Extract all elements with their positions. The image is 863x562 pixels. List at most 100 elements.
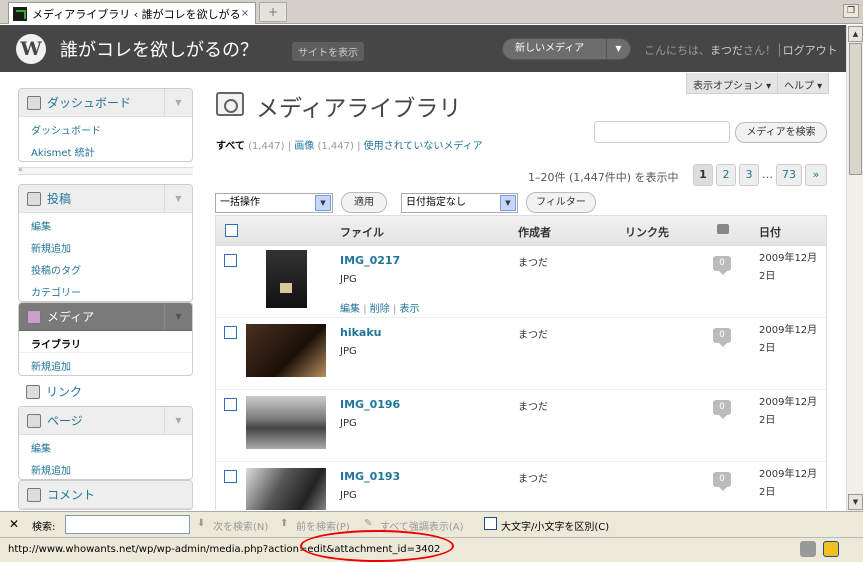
filter-images[interactable]: 画像 — [294, 141, 314, 152]
menu-toggle-icon[interactable]: ▼ — [164, 407, 192, 434]
favorite-action-label[interactable]: 新しいメディア — [515, 43, 584, 54]
delete-link[interactable]: 削除 — [370, 304, 390, 315]
row-checkbox[interactable] — [224, 398, 237, 411]
submenu-pages-edit[interactable]: 編集 — [19, 435, 192, 457]
action-separator: | — [392, 304, 397, 315]
filter-button[interactable]: フィルター — [526, 192, 596, 213]
comment-count-badge[interactable]: 0 — [713, 400, 731, 419]
menu-toggle-icon[interactable]: ▼ — [164, 303, 192, 330]
comments-column-icon — [717, 224, 729, 234]
page-1-link[interactable]: 1 — [693, 164, 713, 186]
page-3-link[interactable]: 3 — [739, 164, 759, 186]
menu-toggle-icon[interactable]: ▼ — [164, 185, 192, 212]
match-case-checkbox[interactable] — [484, 517, 497, 530]
date-line-1: 2009年12月 — [759, 469, 818, 480]
comment-count-badge[interactable]: 0 — [713, 328, 731, 347]
user-profile-link[interactable]: まつだ — [710, 44, 743, 57]
menu-links-header[interactable]: リンク — [18, 378, 193, 406]
tab-close-icon[interactable]: × — [239, 8, 251, 20]
search-media-button[interactable]: メディアを検索 — [735, 122, 827, 143]
media-thumbnail[interactable] — [246, 468, 326, 510]
bulk-action-select[interactable]: 一括操作 ▼ — [215, 193, 333, 213]
submenu-post-tags[interactable]: 投稿のタグ — [19, 257, 192, 279]
logout-link[interactable]: ログアウト — [783, 44, 838, 57]
submenu-categories[interactable]: カテゴリー — [19, 279, 192, 301]
row-checkbox[interactable] — [224, 254, 237, 267]
media-thumbnail[interactable] — [246, 396, 326, 449]
menu-pages-header[interactable]: ページ ▼ — [19, 407, 192, 435]
close-find-bar-icon[interactable]: ✕ — [9, 517, 19, 531]
favorite-actions-button[interactable]: 新しいメディア ▼ — [502, 38, 631, 60]
match-case-label[interactable]: 大文字/小文字を区別(C) — [501, 518, 609, 533]
media-file-link[interactable]: hikaku — [340, 326, 382, 339]
menu-dashboard-header[interactable]: ダッシュボード ▼ — [19, 89, 192, 117]
menu-dashboard-label[interactable]: ダッシュボード — [47, 96, 131, 110]
media-thumbnail[interactable] — [246, 324, 326, 377]
menu-comments-header[interactable]: コメント — [19, 481, 192, 509]
column-file[interactable]: ファイル — [340, 224, 384, 240]
page-73-link[interactable]: 73 — [776, 164, 802, 186]
submenu-akismet-stats[interactable]: Akismet 統計 — [19, 139, 192, 161]
media-file-link[interactable]: IMG_0193 — [340, 470, 400, 483]
media-thumbnail[interactable] — [266, 250, 307, 308]
screen-options-button[interactable]: 表示オプション ▾ — [686, 73, 779, 94]
comment-count-badge[interactable]: 0 — [713, 472, 731, 491]
column-date[interactable]: 日付 — [759, 224, 781, 240]
dropdown-arrow-icon[interactable]: ▼ — [500, 195, 516, 211]
menu-links-label[interactable]: リンク — [46, 385, 82, 399]
new-tab-button[interactable]: + — [259, 2, 287, 22]
window-restore-icon[interactable]: ❐ — [843, 4, 859, 18]
media-table: ファイル 作成者 リンク先 日付 IMG_0217 JPG 編集 | 削除 | … — [215, 215, 827, 510]
select-all-checkbox[interactable] — [225, 224, 238, 237]
dropdown-arrow-icon[interactable]: ▼ — [315, 195, 331, 211]
table-header: ファイル 作成者 リンク先 日付 — [216, 216, 826, 246]
menu-media-label[interactable]: メディア — [47, 310, 94, 324]
find-next-button[interactable]: 次を検索(N) — [213, 518, 268, 533]
collapse-arrow-icon[interactable]: « — [18, 165, 23, 174]
menu-pages-label[interactable]: ページ — [47, 414, 83, 428]
find-previous-arrow-icon[interactable]: ⬆ — [280, 518, 288, 529]
site-title[interactable]: 誰がコレを欲しがるの？ — [60, 36, 258, 62]
addon-status-icon[interactable] — [800, 541, 816, 557]
media-file-link[interactable]: IMG_0196 — [340, 398, 400, 411]
media-search-input[interactable] — [594, 121, 730, 143]
next-page-link[interactable]: » — [805, 164, 827, 186]
find-next-arrow-icon[interactable]: ⬇ — [197, 518, 205, 529]
row-checkbox[interactable] — [224, 470, 237, 483]
security-status-icon[interactable] — [823, 541, 839, 557]
menu-posts-label[interactable]: 投稿 — [47, 192, 71, 206]
filter-all[interactable]: すべて — [216, 141, 245, 152]
submenu-pages-new[interactable]: 新規追加 — [19, 457, 192, 479]
page-2-link[interactable]: 2 — [716, 164, 736, 186]
menu-media-header[interactable]: メディア ▼ — [19, 303, 192, 331]
scroll-up-icon[interactable]: ▲ — [848, 26, 863, 42]
scroll-down-icon[interactable]: ▼ — [848, 494, 863, 510]
comment-count-badge[interactable]: 0 — [713, 256, 731, 275]
menu-comments-label[interactable]: コメント — [47, 488, 95, 502]
edit-link[interactable]: 編集 — [340, 304, 360, 315]
chevron-down-icon[interactable]: ▼ — [606, 39, 630, 59]
dashboard-icon — [27, 96, 41, 110]
submenu-dashboard[interactable]: ダッシュボード — [19, 117, 192, 139]
find-input[interactable] — [65, 515, 190, 534]
scroll-thumb[interactable] — [849, 43, 862, 175]
view-site-button[interactable]: サイトを表示 — [292, 42, 364, 61]
browser-tab[interactable]: メディアライブラリ ‹ 誰がコレを欲しがる... × — [8, 2, 256, 24]
menu-toggle-icon[interactable]: ▼ — [164, 89, 192, 116]
submenu-posts-edit[interactable]: 編集 — [19, 213, 192, 235]
submenu-media-new[interactable]: 新規追加 — [19, 353, 192, 375]
menu-posts-header[interactable]: 投稿 ▼ — [19, 185, 192, 213]
displaying-count: 1–20件 (1,447件中) を表示中 — [528, 171, 679, 184]
submenu-posts-new[interactable]: 新規追加 — [19, 235, 192, 257]
help-button[interactable]: ヘルプ ▾ — [777, 73, 830, 94]
filter-unattached[interactable]: 使用されていないメディア — [364, 141, 483, 152]
view-link[interactable]: 表示 — [400, 304, 420, 315]
apply-button[interactable]: 適用 — [341, 192, 387, 213]
date-filter-select[interactable]: 日付指定なし ▼ — [401, 193, 518, 213]
submenu-media-library[interactable]: ライブラリ — [19, 331, 192, 353]
row-checkbox[interactable] — [224, 326, 237, 339]
admin-header: W 誰がコレを欲しがるの？ サイトを表示 新しいメディア ▼ こんにちは、まつだ… — [0, 25, 846, 72]
highlight-pen-icon[interactable]: ✎ — [364, 518, 372, 529]
vertical-scrollbar[interactable]: ▲ ▼ — [846, 25, 863, 511]
media-file-link[interactable]: IMG_0217 — [340, 254, 400, 267]
